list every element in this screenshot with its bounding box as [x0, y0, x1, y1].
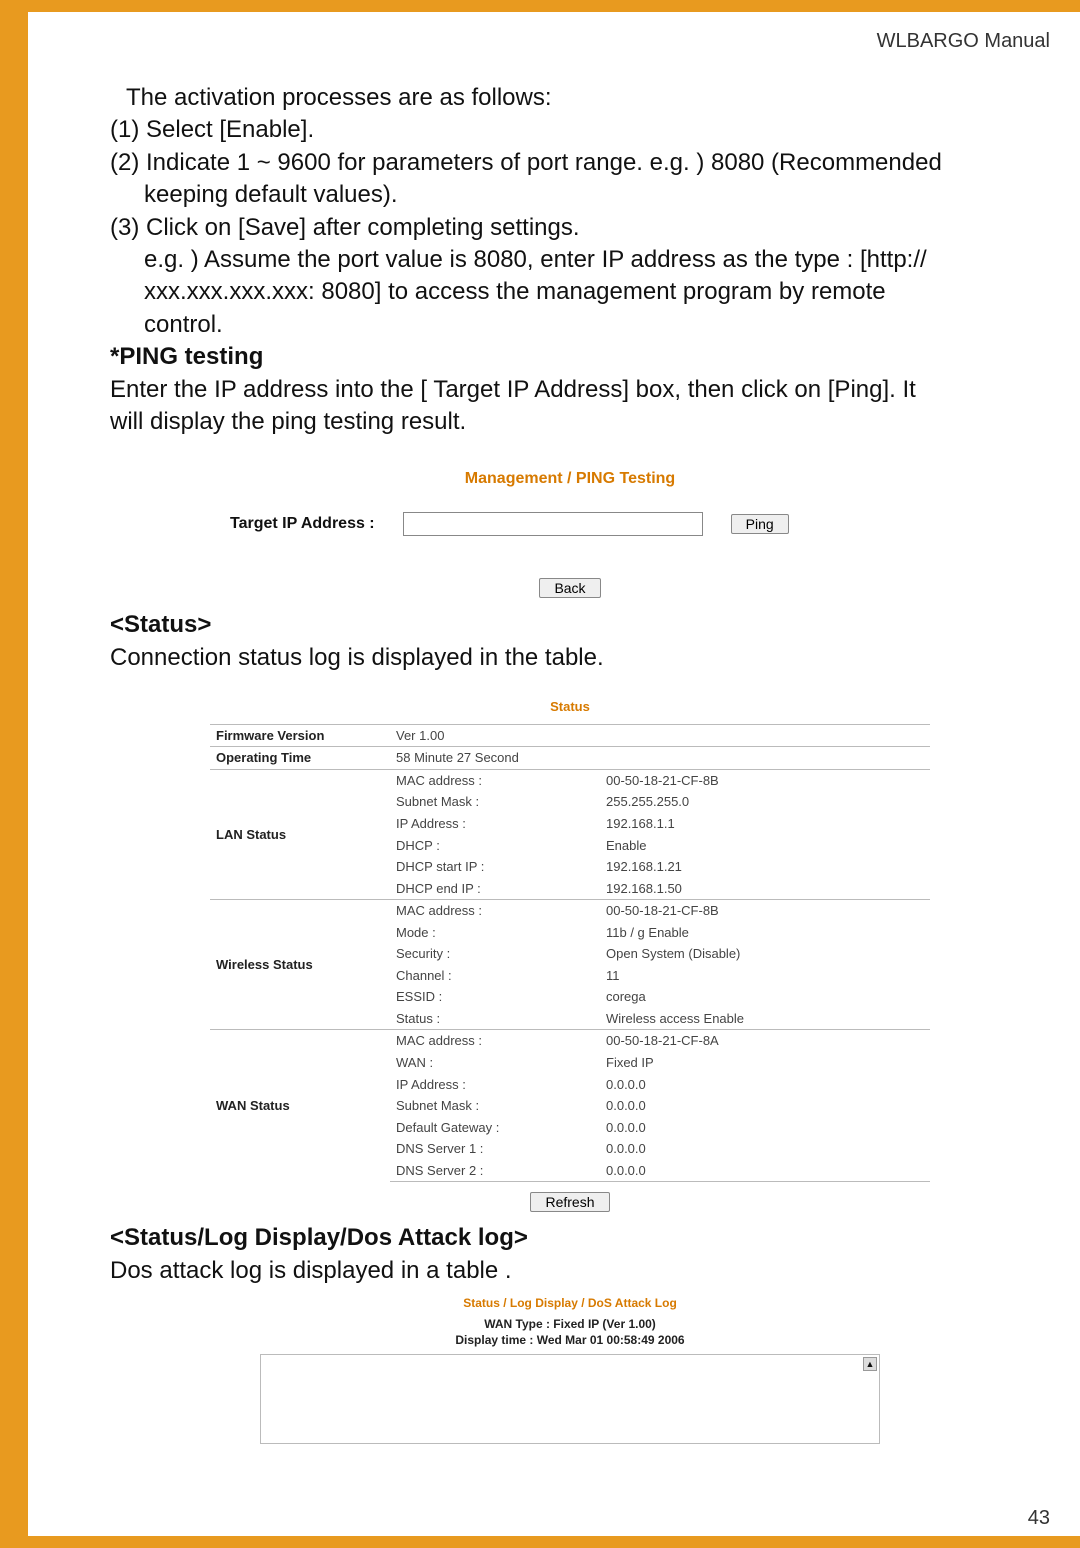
dos-desc: Dos attack log is displayed in a table .	[110, 1255, 1030, 1287]
ping-panel-title: Management / PING Testing	[230, 468, 910, 490]
fw-value: Ver 1.00	[390, 724, 930, 747]
dos-meta-line2: Display time : Wed Mar 01 00:58:49 2006	[260, 1333, 880, 1349]
table-row: Firmware Version Ver 1.00	[210, 724, 930, 747]
dos-heading: <Status/Log Display/Dos Attack log>	[110, 1222, 1030, 1254]
scroll-up-icon[interactable]: ▲	[863, 1357, 877, 1371]
intro-line: The activation processes are as follows:	[110, 82, 1030, 114]
op-value: 58 Minute 27 Second	[390, 747, 930, 770]
status-heading: <Status>	[110, 609, 1030, 641]
dos-meta-line1: WAN Type : Fixed IP (Ver 1.00)	[260, 1317, 880, 1333]
bottom-accent-bar	[0, 1536, 1080, 1548]
dos-log-box[interactable]: ▲	[260, 1354, 880, 1444]
lan-label: LAN Status	[210, 769, 390, 899]
ping-panel: Management / PING Testing Target IP Addr…	[230, 468, 910, 599]
intro-eg2: xxx.xxx.xxx.xxx: 8080] to access the man…	[110, 276, 1030, 308]
table-row: Operating Time 58 Minute 27 Second	[210, 747, 930, 770]
side-accent-bar	[0, 0, 28, 1548]
page-number: 43	[1028, 1507, 1050, 1530]
manual-header: WLBARGO Manual	[877, 30, 1050, 53]
status-table: Firmware Version Ver 1.00 Operating Time…	[210, 724, 930, 1182]
page-content: The activation processes are as follows:…	[110, 12, 1030, 1444]
intro-step2b: keeping default values).	[110, 179, 1030, 211]
wifi-label: Wireless Status	[210, 900, 390, 1030]
target-ip-label: Target IP Address :	[230, 513, 375, 535]
refresh-button[interactable]: Refresh	[530, 1192, 609, 1212]
target-ip-input[interactable]	[403, 512, 703, 536]
intro-eg1: e.g. ) Assume the port value is 8080, en…	[110, 244, 1030, 276]
intro-step3: (3) Click on [Save] after completing set…	[110, 212, 1030, 244]
top-accent-bar	[0, 0, 1080, 12]
op-label: Operating Time	[210, 747, 390, 770]
table-row: LAN Status MAC address : 00-50-18-21-CF-…	[210, 769, 930, 791]
ping-heading: *PING testing	[110, 341, 1030, 373]
intro-step1: (1) Select [Enable].	[110, 114, 1030, 146]
table-row: Wireless Status MAC address : 00-50-18-2…	[210, 900, 930, 922]
status-desc: Connection status log is displayed in th…	[110, 642, 1030, 674]
ping-desc2: will display the ping testing result.	[110, 406, 1030, 438]
back-button[interactable]: Back	[539, 578, 600, 598]
table-row: WAN Status MAC address : 00-50-18-21-CF-…	[210, 1030, 930, 1052]
dos-panel-title: Status / Log Display / DoS Attack Log	[260, 1295, 880, 1311]
dos-panel: Status / Log Display / DoS Attack Log WA…	[260, 1295, 880, 1444]
ping-desc1: Enter the IP address into the [ Target I…	[110, 374, 1030, 406]
status-panel: Status Firmware Version Ver 1.00 Operati…	[210, 698, 930, 1212]
intro-eg3: control.	[110, 309, 1030, 341]
wan-label: WAN Status	[210, 1030, 390, 1182]
fw-label: Firmware Version	[210, 724, 390, 747]
status-panel-title: Status	[210, 698, 930, 716]
ping-button[interactable]: Ping	[731, 514, 789, 534]
intro-step2: (2) Indicate 1 ~ 9600 for parameters of …	[110, 147, 1030, 179]
